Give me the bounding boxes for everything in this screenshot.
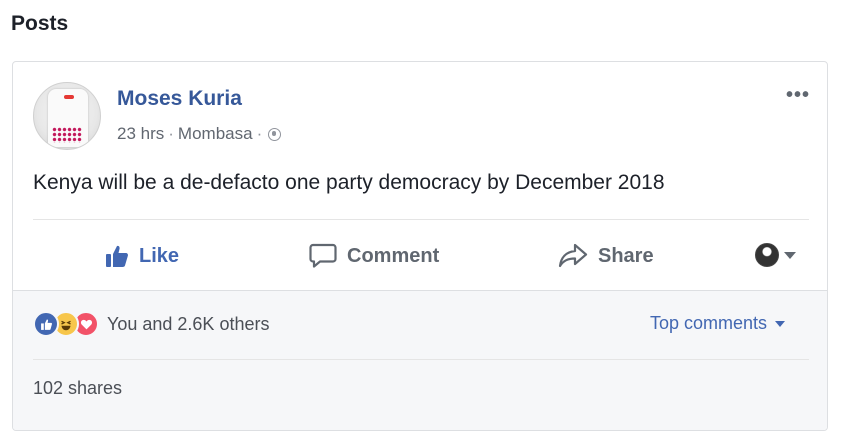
reaction-count-text: You and 2.6K others (107, 313, 270, 334)
post-meta: 23 hrs · Mombasa · (117, 124, 282, 144)
like-label: Like (139, 244, 180, 267)
profile-avatar-icon (755, 243, 779, 267)
thumbs-up-icon (106, 245, 128, 267)
comment-label: Comment (347, 244, 440, 267)
like-reaction-icon (33, 311, 59, 337)
share-arrow-icon (558, 243, 588, 268)
top-comments-dropdown[interactable]: Top comments (650, 313, 786, 334)
react-as-selector[interactable] (755, 243, 796, 267)
chevron-down-icon (775, 320, 786, 327)
post-card: Moses Kuria 23 hrs · Mombasa · ••• Kenya… (12, 61, 828, 431)
divider (33, 359, 809, 360)
post-location[interactable]: Mombasa (178, 124, 253, 144)
post-actions: Like Comment Share (33, 230, 809, 282)
meta-separator: · (256, 124, 263, 143)
meta-separator: · (168, 124, 174, 143)
post-time[interactable]: 23 hrs (117, 124, 164, 144)
author-name[interactable]: Moses Kuria (117, 87, 242, 111)
author-avatar[interactable] (33, 82, 101, 150)
shares-count[interactable]: 102 shares (33, 378, 122, 399)
top-comments-label: Top comments (650, 313, 768, 333)
more-options-button[interactable]: ••• (786, 84, 810, 107)
like-button[interactable]: Like (105, 230, 179, 282)
globe-icon[interactable] (268, 127, 282, 141)
section-title: Posts (11, 12, 69, 35)
post-footer: You and 2.6K others Top comments 102 sha… (13, 290, 827, 430)
post-text: Kenya will be a de-defacto one party dem… (33, 171, 665, 194)
share-button[interactable]: Share (558, 230, 654, 282)
comment-icon (309, 243, 337, 268)
reactions-summary[interactable]: You and 2.6K others (33, 311, 269, 337)
share-label: Share (598, 244, 654, 267)
comment-button[interactable]: Comment (309, 230, 439, 282)
chevron-down-icon (784, 251, 796, 259)
divider (33, 219, 809, 220)
